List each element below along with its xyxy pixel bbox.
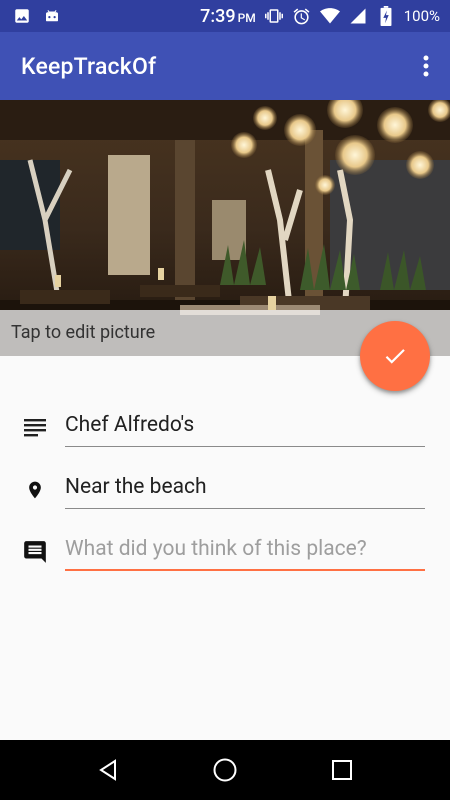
- place-picture[interactable]: Tap to edit picture: [0, 100, 450, 356]
- home-icon[interactable]: [201, 746, 249, 794]
- battery-percent: 100%: [403, 7, 440, 25]
- place-name-input[interactable]: Chef Alfredo's: [65, 407, 425, 447]
- notes-input[interactable]: What did you think of this place?: [65, 531, 425, 571]
- edit-picture-hint: Tap to edit picture: [11, 322, 156, 343]
- overflow-menu-icon[interactable]: [402, 42, 450, 90]
- app-title: KeepTrackOf: [21, 52, 157, 80]
- check-icon: [385, 349, 405, 364]
- location-row: Near the beach: [0, 469, 450, 517]
- vibrate-icon: [264, 6, 284, 26]
- alarm-icon: [292, 6, 312, 26]
- text-lines-icon: [22, 415, 48, 441]
- battery-charging-icon: [376, 6, 396, 26]
- image-notification-icon: [12, 6, 32, 26]
- android-debug-icon: [42, 6, 62, 26]
- location-input[interactable]: Near the beach: [65, 469, 425, 509]
- recent-apps-icon[interactable]: [318, 746, 366, 794]
- save-button[interactable]: [360, 321, 430, 391]
- back-icon[interactable]: [84, 746, 132, 794]
- comment-icon: [22, 539, 48, 565]
- location-pin-icon: [22, 477, 48, 503]
- app-bar: KeepTrackOf: [0, 32, 450, 100]
- name-row: Chef Alfredo's: [0, 407, 450, 455]
- notes-row: What did you think of this place?: [0, 531, 450, 579]
- wifi-icon: [319, 6, 340, 26]
- signal-icon: [348, 6, 368, 26]
- navigation-bar: [0, 740, 450, 800]
- clock: 7:39 PM: [200, 5, 256, 27]
- status-bar: 7:39 PM 100%: [0, 0, 450, 32]
